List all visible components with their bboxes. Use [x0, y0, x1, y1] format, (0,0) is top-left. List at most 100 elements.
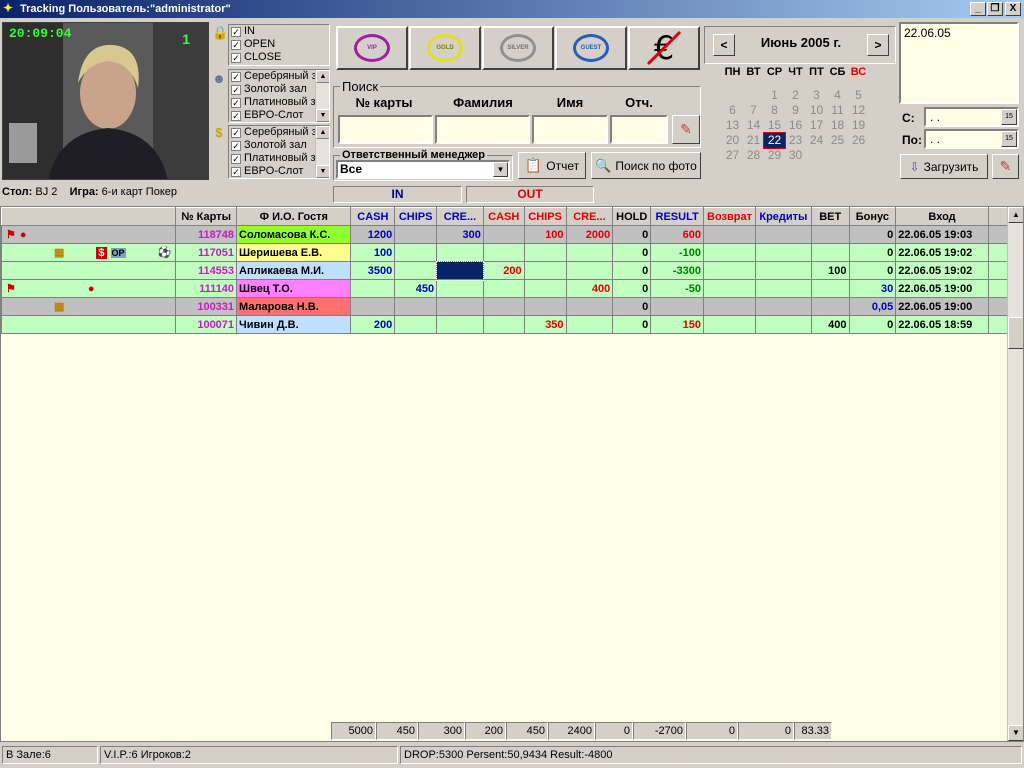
cell-name[interactable]: Соломасова К.С.	[236, 225, 352, 244]
checkbox[interactable]: ✓	[231, 71, 241, 82]
cell-out-chips[interactable]: 100	[523, 225, 567, 244]
cell-bet[interactable]	[810, 243, 850, 262]
cell-in-cash[interactable]: 1200	[350, 225, 396, 244]
column-header-out-chips[interactable]: CHIPS	[523, 207, 567, 226]
hall-b-item[interactable]: ✓ Серебряный з	[229, 126, 329, 139]
cell-bonus[interactable]: 0	[848, 243, 897, 262]
calendar-day[interactable]: 5	[848, 88, 869, 103]
cell-cred[interactable]	[754, 297, 812, 316]
hall-b-item[interactable]: ✓ Золотой зал	[229, 139, 329, 152]
calendar-day[interactable]: 11	[827, 103, 848, 118]
column-header-entry[interactable]: Вход	[895, 207, 989, 226]
cell-bet[interactable]	[810, 225, 850, 244]
calendar-day[interactable]: 9	[785, 103, 806, 118]
cell-result[interactable]: -100	[650, 243, 705, 262]
to-date-input[interactable]: . . 15	[924, 129, 1019, 149]
restore-button[interactable]: ❐	[987, 2, 1003, 16]
checkbox[interactable]: ✓	[231, 84, 241, 95]
cell-out-cre[interactable]	[565, 297, 614, 316]
column-header-hold[interactable]: HOLD	[612, 207, 652, 226]
cell-hold[interactable]: 0	[612, 297, 652, 316]
cell-hold[interactable]: 0	[612, 225, 652, 244]
silver-button[interactable]: SILVER	[482, 26, 554, 70]
cell-ret[interactable]	[703, 261, 756, 280]
cell-bonus[interactable]: 0	[848, 315, 897, 334]
cell-result[interactable]: 600	[650, 225, 705, 244]
filter-open[interactable]: ✓ OPEN	[229, 38, 329, 51]
calendar-day[interactable]: 26	[848, 133, 869, 148]
cell-entry[interactable]: 22.06.05 19:03	[895, 225, 989, 244]
report-button[interactable]: 📋 Отчет	[518, 152, 586, 179]
cell-entry[interactable]: 22.06.05 19:00	[895, 279, 989, 298]
checkbox-open[interactable]: ✓	[231, 39, 241, 50]
state-filter[interactable]: ✓ IN ✓ OPEN ✓ CLOSE	[228, 24, 330, 66]
table-row[interactable]: ▦ 100331 Маларова Н.В. 0 0,05 22.06.05 19:00	[1, 297, 1023, 316]
calendar-day[interactable]: 3	[806, 88, 827, 103]
cell-card[interactable]: 111140	[175, 279, 238, 298]
cell-card[interactable]: 100071	[175, 315, 238, 334]
cell-card[interactable]: 117051	[175, 243, 238, 262]
cell-cred[interactable]	[754, 243, 812, 262]
calendar-day[interactable]: 7	[743, 103, 764, 118]
cell-bonus[interactable]: 0	[848, 261, 897, 280]
scroll-thumb[interactable]	[1008, 317, 1023, 349]
cell-in-cash[interactable]: 3500	[350, 261, 396, 280]
scroll-up-arrow-icon[interactable]: ▲	[316, 70, 329, 83]
date-note[interactable]: 22.06.05	[899, 22, 1019, 104]
table-row[interactable]: 114553 Апликаева М.И. 3500 200 0 -3300 100 0 22.…	[1, 260, 1023, 281]
hall-a-item[interactable]: ✓ Серебряный з	[229, 70, 329, 83]
patronymic-input[interactable]	[610, 115, 668, 144]
cell-hold[interactable]: 0	[612, 243, 652, 262]
cell-out-chips[interactable]	[523, 261, 567, 280]
card-number-input[interactable]	[338, 115, 433, 144]
scroll-up-arrow-icon[interactable]: ▲	[316, 126, 329, 139]
name-input[interactable]	[532, 115, 608, 144]
cell-in-chips[interactable]	[394, 297, 438, 316]
scroll-down-arrow-icon[interactable]: ▼	[316, 109, 329, 122]
cell-in-cre[interactable]: 300	[436, 225, 484, 244]
cell-out-chips[interactable]: 350	[523, 315, 567, 334]
hall-a-scrollbar[interactable]: ▲ ▼	[315, 70, 329, 122]
guest-button[interactable]: GUEST	[555, 26, 627, 70]
from-date-input[interactable]: . . 15	[924, 107, 1019, 127]
cell-out-chips[interactable]	[523, 297, 567, 316]
calendar-day[interactable]: 10	[806, 103, 827, 118]
column-header-result[interactable]: RESULT	[650, 207, 705, 226]
calendar-day[interactable]: 12	[848, 103, 869, 118]
cell-in-chips[interactable]: 450	[394, 279, 438, 298]
calendar-day[interactable]: 14	[743, 118, 764, 133]
column-header-bet[interactable]: BET	[810, 207, 850, 226]
calendar-day[interactable]: 16	[785, 118, 806, 133]
scroll-up-arrow-icon[interactable]: ▲	[1008, 207, 1023, 223]
cell-in-cash[interactable]: 200	[350, 315, 396, 334]
hall-a-item[interactable]: ✓ Платиновый з	[229, 96, 329, 109]
checkbox[interactable]: ✓	[231, 140, 241, 151]
column-header-icons[interactable]	[1, 207, 177, 226]
calendar-picker-icon[interactable]: 15	[1001, 131, 1017, 147]
cell-ret[interactable]	[703, 243, 756, 262]
cell-out-cre[interactable]: 400	[565, 279, 614, 298]
calendar-day[interactable]: 1	[764, 88, 785, 103]
cell-in-cash[interactable]	[350, 297, 396, 316]
cell-ret[interactable]	[703, 279, 756, 298]
table-row[interactable]: 100071 Чивин Д.В. 200 350 0 150 400 0 22.06.05 1…	[1, 315, 1023, 334]
cell-entry[interactable]: 22.06.05 19:00	[895, 297, 989, 316]
cell-cred[interactable]	[754, 315, 812, 334]
filter-in[interactable]: ✓ IN	[229, 25, 329, 38]
calendar-day[interactable]: 22	[763, 132, 786, 149]
prev-month-button[interactable]: <	[713, 34, 735, 56]
cell-in-cre[interactable]	[435, 260, 485, 281]
cell-bet[interactable]	[810, 279, 850, 298]
calendar-day[interactable]: 15	[764, 118, 785, 133]
cell-in-cash[interactable]	[350, 279, 396, 298]
calendar-day[interactable]: 18	[827, 118, 848, 133]
next-month-button[interactable]: >	[867, 34, 889, 56]
checkbox-in[interactable]: ✓	[231, 26, 241, 37]
checkbox[interactable]: ✓	[231, 110, 241, 121]
hall-b-item[interactable]: ✓ Платиновый з	[229, 152, 329, 165]
guests-table[interactable]: № Карты Ф И.О. Гостя CASH CHIPS CRE... C…	[1, 207, 1023, 334]
calendar-day[interactable]: 28	[743, 148, 764, 163]
calendar-day[interactable]: 27	[722, 148, 743, 163]
cell-out-cash[interactable]: 200	[482, 261, 525, 280]
cell-out-cash[interactable]	[482, 243, 525, 262]
